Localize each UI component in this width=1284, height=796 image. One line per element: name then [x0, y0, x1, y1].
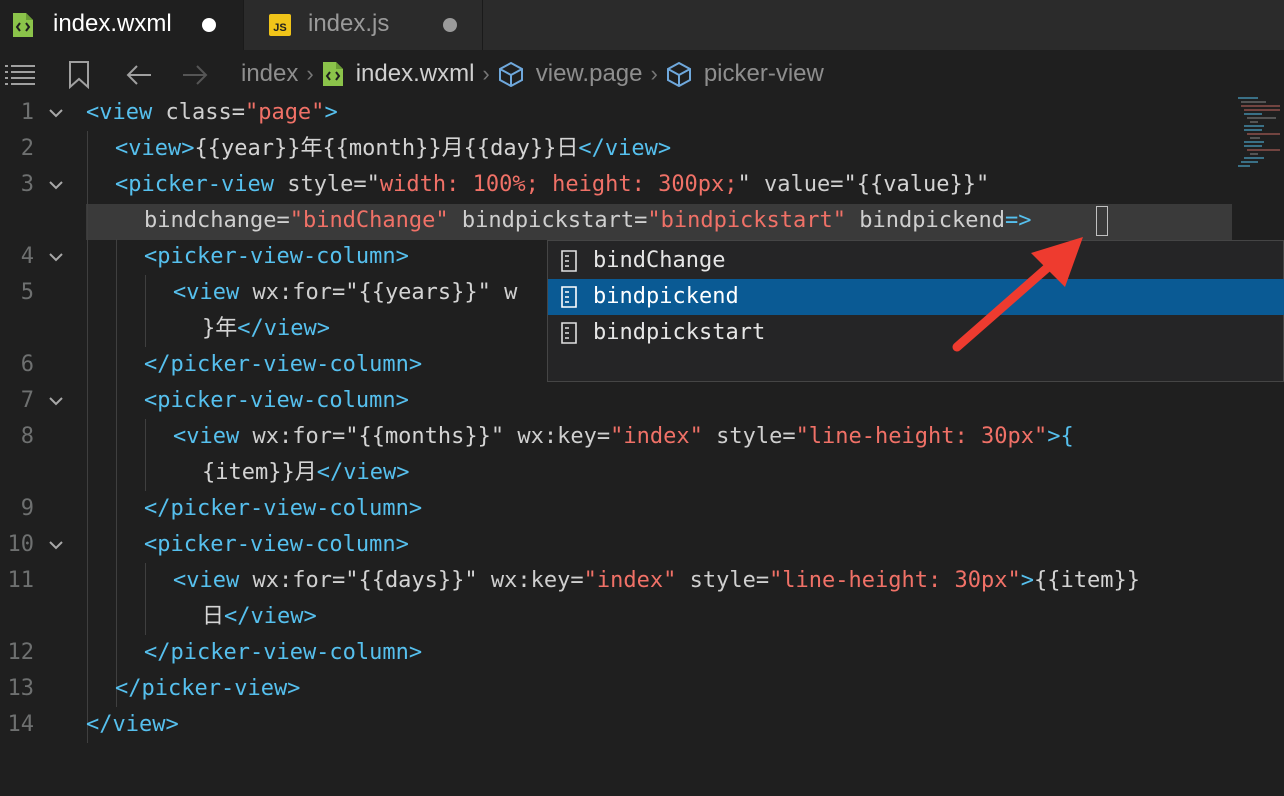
chevron-down-icon[interactable]: [48, 177, 64, 193]
code-text: <picker-view-column>: [144, 244, 409, 269]
code-line: 10 <picker-view-column>: [0, 527, 1284, 563]
line-number: 2: [20, 136, 34, 161]
cube-icon: [666, 61, 691, 87]
wxml-file-icon: [322, 62, 343, 86]
line-number: 9: [20, 496, 34, 521]
line-number: 1: [20, 100, 34, 125]
line-number: 6: [20, 352, 34, 377]
chevron-right-icon: ›: [650, 61, 658, 86]
annotation-arrow-icon: [952, 237, 1083, 352]
line-number: 13: [7, 676, 35, 701]
suggestion-label: bindpickend: [593, 284, 739, 309]
property-icon: [561, 250, 577, 272]
bookmark-icon[interactable]: [68, 61, 90, 89]
code-text: <picker-view-column>: [144, 388, 409, 413]
line-number: 5: [20, 280, 34, 305]
line-number: 3: [20, 172, 34, 197]
code-line: {item}}月</view>: [0, 455, 1284, 491]
code-text: <view wx:for="{{years}}" w: [173, 280, 518, 305]
code-text: <view class="page">: [86, 100, 338, 125]
code-text: </picker-view-column>: [144, 496, 423, 521]
line-number: 8: [20, 424, 34, 449]
code-line: 1 <view class="page">: [0, 95, 1284, 131]
code-text: <picker-view style="width: 100%; height:…: [115, 172, 990, 197]
line-number: 10: [7, 532, 35, 557]
autocomplete-popup: bindChange bindpickend bindpickstart: [547, 240, 1284, 382]
line-number: 4: [20, 244, 34, 269]
code-text: </picker-view>: [115, 676, 301, 701]
code-line: 12 </picker-view-column>: [0, 635, 1284, 671]
line-number: 7: [20, 388, 34, 413]
tab-label: index.wxml: [53, 10, 172, 37]
breadcrumb-node[interactable]: view.page: [536, 60, 643, 88]
code-line: 14 </view>: [0, 707, 1284, 743]
suggestion-label: bindpickstart: [593, 320, 766, 345]
code-text: </view>: [86, 712, 179, 737]
unsaved-dot-icon[interactable]: [443, 18, 457, 32]
breadcrumb: index › index.wxml › view.page › picker-…: [241, 60, 824, 88]
code-line: 13 </picker-view>: [0, 671, 1284, 707]
chevron-right-icon: ›: [306, 61, 314, 86]
back-arrow-icon[interactable]: [125, 64, 153, 86]
code-line: 7 <picker-view-column>: [0, 383, 1284, 419]
code-text: <view>{{year}}年{{month}}月{{day}}日</view>: [115, 136, 672, 161]
js-file-icon: JS: [269, 14, 291, 36]
code-line: 9 </picker-view-column>: [0, 491, 1284, 527]
tab-index-wxml[interactable]: index.wxml: [0, 0, 243, 50]
code-text: bindchange="bindChange" bindpickstart="b…: [144, 208, 1032, 233]
code-text: </picker-view-column>: [144, 640, 423, 665]
code-text: </picker-view-column>: [144, 352, 423, 377]
code-editor[interactable]: 1 <view class="page"> 2 <view>{{year}}年{…: [0, 95, 1284, 796]
code-line: 日</view>: [0, 599, 1284, 635]
forward-arrow-icon[interactable]: [181, 64, 209, 86]
code-text: }年</view>: [202, 316, 330, 341]
tab-index-js[interactable]: JS index.js: [243, 0, 483, 50]
cube-icon: [498, 61, 523, 87]
line-number: 11: [7, 568, 35, 593]
chevron-right-icon: ›: [482, 61, 490, 86]
tab-bar: index.wxml JS index.js: [0, 0, 1284, 50]
code-text: <view wx:for="{{months}}" wx:key="index"…: [173, 424, 1074, 449]
property-icon: [561, 286, 577, 308]
code-line: 2 <view>{{year}}年{{month}}月{{day}}日</vie…: [0, 131, 1284, 167]
code-line: 11 <view wx:for="{{days}}" wx:key="index…: [0, 563, 1284, 599]
suggestion-item[interactable]: bindChange: [548, 243, 1284, 279]
breadcrumb-node[interactable]: picker-view: [704, 60, 824, 88]
svg-text:JS: JS: [273, 22, 286, 34]
suggestion-item-selected[interactable]: bindpickend: [548, 279, 1284, 315]
code-text: 日</view>: [202, 604, 317, 629]
unsaved-dot-icon[interactable]: [202, 18, 216, 32]
line-number: 12: [7, 640, 35, 665]
breadcrumb-root[interactable]: index: [241, 60, 298, 88]
editor-toolbar: index › index.wxml › view.page › picker-…: [0, 50, 1284, 100]
suggestion-label: bindChange: [593, 248, 726, 273]
line-number: 14: [7, 712, 35, 737]
chevron-down-icon[interactable]: [48, 537, 64, 553]
chevron-down-icon[interactable]: [48, 105, 64, 121]
code-line: 3 <picker-view style="width: 100%; heigh…: [0, 167, 1284, 203]
code-line: 8 <view wx:for="{{months}}" wx:key="inde…: [0, 419, 1284, 455]
code-text: <view wx:for="{{days}}" wx:key="index" s…: [173, 568, 1140, 593]
chevron-down-icon[interactable]: [48, 393, 64, 409]
minimap[interactable]: [1236, 95, 1282, 167]
property-icon: [561, 322, 577, 344]
suggestion-item[interactable]: bindpickstart: [548, 315, 1284, 351]
wxml-file-icon: [13, 13, 33, 37]
breadcrumb-file[interactable]: index.wxml: [356, 60, 475, 88]
list-icon[interactable]: [5, 64, 35, 86]
code-text: {item}}月</view>: [202, 460, 410, 485]
code-text: <picker-view-column>: [144, 532, 409, 557]
chevron-down-icon[interactable]: [48, 249, 64, 265]
tab-label: index.js: [308, 10, 390, 37]
